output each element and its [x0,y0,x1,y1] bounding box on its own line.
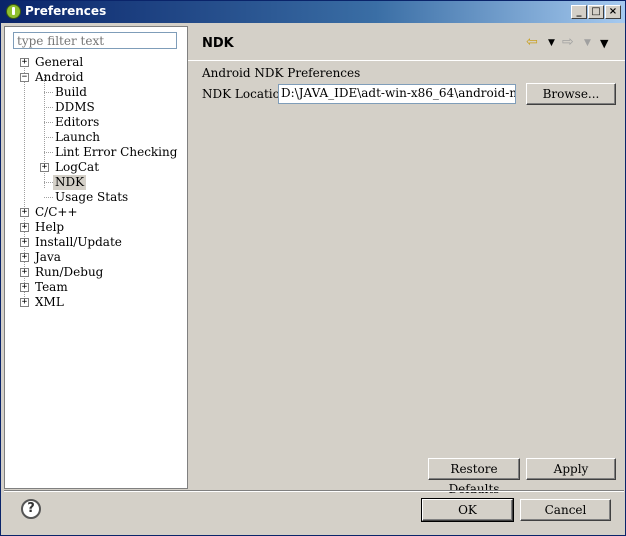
ndk-location-label: NDK Location [202,87,288,101]
window-title: Preferences [25,4,107,18]
cancel-button[interactable]: Cancel [520,499,611,521]
expand-icon[interactable]: + [20,268,29,277]
apply-button[interactable]: Apply [526,458,616,480]
browse-button[interactable]: Browse... [526,83,616,105]
forward-dropdown-icon[interactable]: ▼ [584,38,591,48]
back-dropdown-icon[interactable]: ▼ [548,38,555,48]
close-button[interactable]: × [605,5,621,19]
collapse-icon[interactable]: − [20,73,29,82]
expand-icon[interactable]: + [20,253,29,262]
ok-button[interactable]: OK [421,498,514,522]
expand-icon[interactable]: + [20,223,29,232]
ndk-location-field[interactable]: D:\JAVA_IDE\adt-win-x86_64\android-ndk-r… [278,84,516,104]
eclipse-icon [6,4,21,19]
footer-separator [4,490,624,492]
back-arrow-icon[interactable]: ⇦ [526,34,538,50]
minimize-button[interactable]: _ [571,5,587,19]
restore-defaults-button[interactable]: Restore Defaults [428,458,520,496]
expand-icon[interactable]: + [20,238,29,247]
section-description: Android NDK Preferences [202,66,361,80]
page-header: NDK ⇦ ▼ ⇨ ▼ ▼ [188,26,625,61]
expand-icon[interactable]: + [20,298,29,307]
view-menu-icon[interactable]: ▼ [600,37,608,50]
page-title: NDK [202,36,234,51]
help-icon[interactable]: ? [21,499,41,519]
preference-page: NDK ⇦ ▼ ⇨ ▼ ▼ Android NDK Preferences ND… [188,26,625,496]
expand-icon[interactable]: + [40,163,49,172]
title-bar[interactable]: Preferences _ □ × [1,1,625,23]
filter-input[interactable] [13,32,177,49]
forward-arrow-icon[interactable]: ⇨ [562,34,574,50]
expand-icon[interactable]: + [20,283,29,292]
preferences-window: Preferences _ □ × + General − Android Bu… [0,0,626,536]
preference-tree-pane: + General − Android Build DDMS Editors [4,26,188,489]
expand-icon[interactable]: + [20,58,29,67]
maximize-button[interactable]: □ [588,5,604,19]
expand-icon[interactable]: + [20,208,29,217]
